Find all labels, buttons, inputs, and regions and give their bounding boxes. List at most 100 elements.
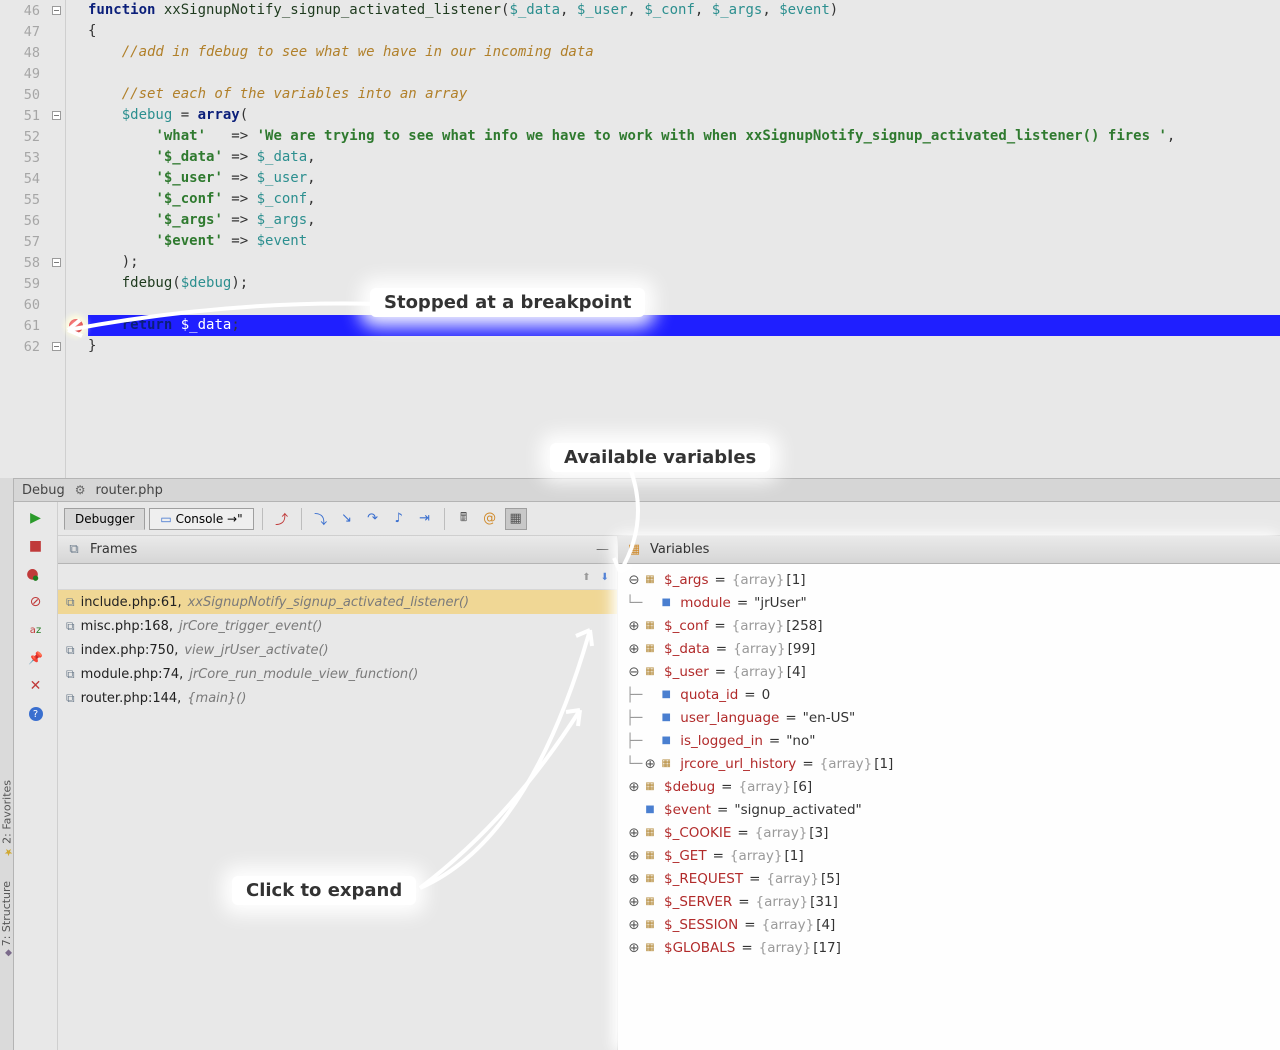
gear-icon[interactable] [75,483,86,498]
pin-icon[interactable] [26,648,46,668]
code-body[interactable]: function xxSignupNotify_signup_activated… [66,0,1280,478]
variable-row[interactable]: $GLOBALS = {array} [17] [618,936,1280,959]
code-line[interactable]: $debug = array( [88,105,1280,126]
fold-close-icon[interactable] [52,342,61,351]
expand-icon[interactable] [628,940,640,956]
gutter-line[interactable]: 59 [0,273,65,294]
variable-row[interactable]: $_GET = {array} [1] [618,844,1280,867]
expand-icon[interactable] [628,641,640,657]
variable-row[interactable]: $_COOKIE = {array} [3] [618,821,1280,844]
code-line[interactable]: { [88,21,1280,42]
fold-open-icon[interactable] [52,111,61,120]
variable-row[interactable]: ├─user_language = "en-US" [618,706,1280,729]
variable-row[interactable]: $_user = {array} [4] [618,660,1280,683]
code-line[interactable]: '$_user' => $_user, [88,168,1280,189]
gutter-line[interactable]: 51 [0,105,65,126]
show-exec-point-icon[interactable] [271,508,293,530]
variables-tree[interactable]: $_args = {array} [1] └─module = "jrUser"… [618,564,1280,1050]
mute-breakpoints-icon[interactable] [26,592,46,612]
variable-row[interactable]: $event = "signup_activated" [618,798,1280,821]
code-line[interactable]: '$event' => $event [88,231,1280,252]
code-line[interactable] [88,63,1280,84]
breakpoint-icon[interactable] [69,319,83,333]
gutter-line[interactable]: 49 [0,63,65,84]
step-over-icon[interactable] [310,508,332,530]
gutter[interactable]: 4647484950515253545556575859606162 [0,0,66,478]
gutter-line[interactable]: 53 [0,147,65,168]
gutter-line[interactable]: 55 [0,189,65,210]
frame-down-icon[interactable] [601,569,609,584]
code-line[interactable]: //add in fdebug to see what we have in o… [88,42,1280,63]
expand-icon[interactable] [628,848,640,864]
gutter-line[interactable]: 48 [0,42,65,63]
code-line[interactable]: //set each of the variables into an arra… [88,84,1280,105]
code-line[interactable]: '$_data' => $_data, [88,147,1280,168]
collapse-icon[interactable] [628,664,640,680]
variable-row[interactable]: ├─is_logged_in = "no" [618,729,1280,752]
variable-row[interactable]: $debug = {array} [6] [618,775,1280,798]
variable-row[interactable]: $_SERVER = {array} [31] [618,890,1280,913]
frame-row[interactable]: module.php:74, jrCore_run_module_view_fu… [58,662,617,686]
tab-console[interactable]: ▭ Console →" [149,508,253,530]
expand-icon[interactable] [628,825,640,841]
code-editor[interactable]: 4647484950515253545556575859606162 funct… [0,0,1280,478]
step-into-icon[interactable] [336,508,358,530]
variable-row[interactable]: $_REQUEST = {array} [5] [618,867,1280,890]
expand-icon[interactable] [628,618,640,634]
variable-row[interactable]: └─jrcore_url_history = {array} [1] [618,752,1280,775]
variable-row[interactable]: $_SESSION = {array} [4] [618,913,1280,936]
evaluate-icon[interactable] [453,508,475,530]
gutter-line[interactable]: 52 [0,126,65,147]
minimize-icon[interactable]: — [596,542,609,557]
tab-debugger[interactable]: Debugger [64,508,145,530]
fold-close-icon[interactable] [52,258,61,267]
variable-row[interactable]: $_data = {array} [99] [618,637,1280,660]
frame-row[interactable]: include.php:61, xxSignupNotify_signup_ac… [58,590,617,614]
code-line[interactable] [88,294,1280,315]
code-line[interactable]: '$_conf' => $_conf, [88,189,1280,210]
sidebar-tab-favorites[interactable]: 2: Favorites [0,768,14,869]
expand-icon[interactable] [628,917,640,933]
gutter-line[interactable]: 50 [0,84,65,105]
gutter-line[interactable]: 58 [0,252,65,273]
expand-icon[interactable] [628,871,640,887]
frames-list[interactable]: include.php:61, xxSignupNotify_signup_ac… [58,590,617,1050]
code-line[interactable]: function xxSignupNotify_signup_activated… [88,0,1280,21]
expand-icon[interactable] [628,894,640,910]
expand-icon[interactable] [644,756,656,772]
gutter-line[interactable]: 46 [0,0,65,21]
code-line[interactable]: 'what' => 'We are trying to see what inf… [88,126,1280,147]
code-line[interactable]: return $_data; [88,315,1280,336]
gutter-line[interactable]: 60 [0,294,65,315]
gutter-line[interactable]: 57 [0,231,65,252]
code-line[interactable]: '$_args' => $_args, [88,210,1280,231]
stop-icon[interactable] [26,536,46,556]
gutter-line[interactable]: 62 [0,336,65,357]
expand-icon[interactable] [628,779,640,795]
close-icon[interactable] [26,676,46,696]
code-line[interactable]: ); [88,252,1280,273]
run-to-cursor-icon[interactable] [414,508,436,530]
sort-icon[interactable] [26,620,46,640]
gutter-line[interactable]: 54 [0,168,65,189]
gutter-line[interactable]: 61 [0,315,65,336]
step-out-icon[interactable] [388,508,410,530]
variable-row[interactable]: $_conf = {array} [258] [618,614,1280,637]
resume-icon[interactable] [26,508,46,528]
variable-row[interactable]: └─module = "jrUser" [618,591,1280,614]
code-line[interactable]: fdebug($debug); [88,273,1280,294]
variable-row[interactable]: ├─quota_id = 0 [618,683,1280,706]
frame-up-icon[interactable] [582,569,590,584]
force-step-into-icon[interactable] [362,508,384,530]
settings-icon[interactable] [505,508,527,530]
view-breakpoints-icon[interactable] [26,564,46,584]
at-icon[interactable] [479,508,501,530]
fold-open-icon[interactable] [52,6,61,15]
frame-row[interactable]: misc.php:168, jrCore_trigger_event() [58,614,617,638]
frame-row[interactable]: index.php:750, view_jrUser_activate() [58,638,617,662]
code-line[interactable]: } [88,336,1280,357]
help-icon[interactable] [26,704,46,724]
frame-row[interactable]: router.php:144, {main}() [58,686,617,710]
gutter-line[interactable]: 56 [0,210,65,231]
sidebar-tab-structure[interactable]: 7: Structure [0,869,13,969]
